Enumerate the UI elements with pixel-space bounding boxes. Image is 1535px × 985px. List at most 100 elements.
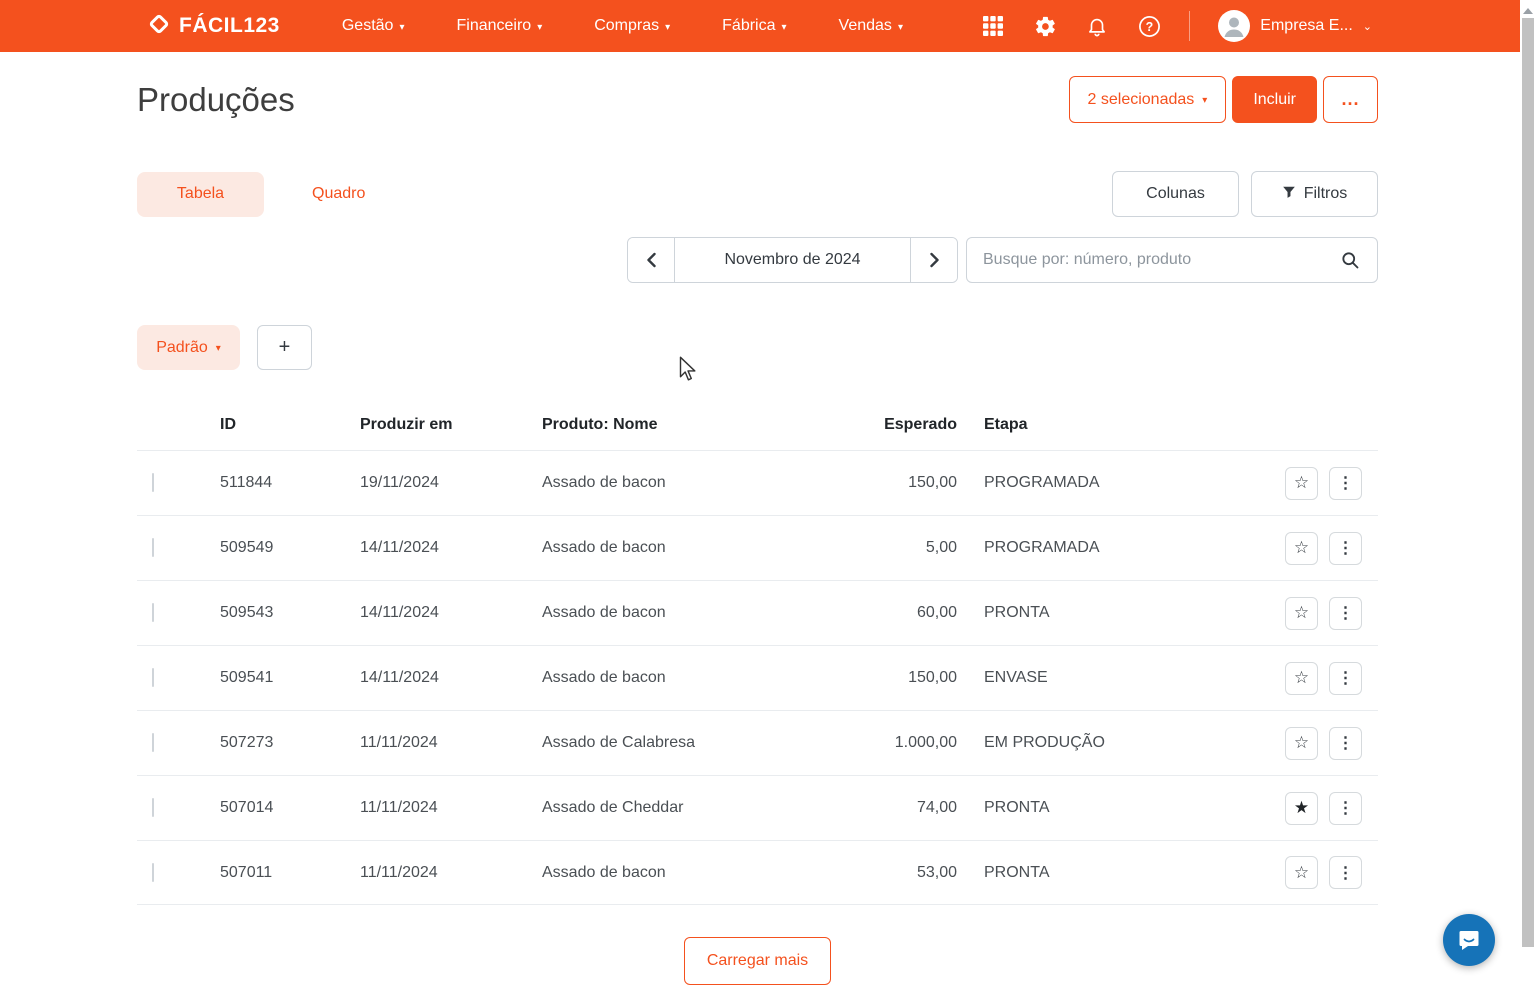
row-checkbox[interactable] xyxy=(152,473,154,492)
column-header-produto-nome[interactable]: Produto: Nome xyxy=(542,416,832,434)
account-menu[interactable]: Empresa E... ⌄ xyxy=(1218,10,1372,42)
row-produzir-em: 14/11/2024 xyxy=(360,539,542,557)
caret-down-icon: ▾ xyxy=(665,22,670,33)
settings-gear-icon[interactable] xyxy=(1033,14,1057,38)
row-etapa: EM PRODUÇÃO xyxy=(957,734,1258,752)
column-header-etapa[interactable]: Etapa xyxy=(957,416,1258,434)
row-esperado: 150,00 xyxy=(832,669,957,687)
row-checkbox[interactable] xyxy=(152,603,154,622)
scrollbar-thumb[interactable] xyxy=(1522,18,1534,947)
menu-vendas[interactable]: Vendas ▾ xyxy=(839,17,903,35)
favorite-star-button[interactable]: ☆ xyxy=(1285,532,1318,565)
table-row: 509549 14/11/2024 Assado de bacon 5,00 P… xyxy=(137,515,1378,580)
previous-month-button[interactable] xyxy=(628,238,674,282)
row-produto: Assado de bacon xyxy=(542,474,832,492)
row-actions-menu-button[interactable]: ⋮ xyxy=(1329,467,1362,500)
brand-name: FÁCIL123 xyxy=(179,14,280,38)
row-actions-menu-button[interactable]: ⋮ xyxy=(1329,727,1362,760)
menu-compras[interactable]: Compras ▾ xyxy=(594,17,670,35)
row-checkbox[interactable] xyxy=(152,863,154,882)
row-actions-menu-button[interactable]: ⋮ xyxy=(1329,792,1362,825)
table-body: 511844 19/11/2024 Assado de bacon 150,00… xyxy=(137,450,1378,905)
row-id: 509549 xyxy=(220,539,360,557)
row-actions-menu-button[interactable]: ⋮ xyxy=(1329,597,1362,630)
row-esperado: 1.000,00 xyxy=(832,734,957,752)
row-actions-menu-button[interactable]: ⋮ xyxy=(1329,662,1362,695)
row-produto: Assado de bacon xyxy=(542,864,832,882)
favorite-star-button[interactable]: ★ xyxy=(1285,792,1318,825)
favorite-star-button[interactable]: ☆ xyxy=(1285,662,1318,695)
row-produto: Assado de bacon xyxy=(542,604,832,622)
row-produzir-em: 11/11/2024 xyxy=(360,799,542,817)
page-scrollbar[interactable] xyxy=(1520,0,1535,972)
include-button[interactable]: Incluir xyxy=(1232,76,1317,123)
menu-financeiro[interactable]: Financeiro ▾ xyxy=(456,17,542,35)
plus-icon: + xyxy=(279,336,291,359)
navbar-divider xyxy=(1189,11,1190,41)
search-input[interactable] xyxy=(967,251,1323,269)
favorite-star-button[interactable]: ☆ xyxy=(1285,597,1318,630)
top-navbar: FÁCIL123 Gestão ▾ Financeiro ▾ Compras ▾… xyxy=(0,0,1520,52)
view-tabs: Tabela Quadro xyxy=(137,172,365,217)
svg-text:?: ? xyxy=(1145,19,1153,33)
row-checkbox[interactable] xyxy=(152,733,154,752)
scrollbar-up-arrow[interactable] xyxy=(1523,8,1533,14)
next-month-button[interactable] xyxy=(911,238,957,282)
tab-tabela[interactable]: Tabela xyxy=(137,172,264,217)
row-produto: Assado de bacon xyxy=(542,539,832,557)
row-esperado: 53,00 xyxy=(832,864,957,882)
row-checkbox[interactable] xyxy=(152,668,154,687)
caret-down-icon: ▾ xyxy=(782,22,787,33)
load-more-button[interactable]: Carregar mais xyxy=(684,937,831,985)
menu-gestao[interactable]: Gestão ▾ xyxy=(342,17,405,35)
row-produto: Assado de Calabresa xyxy=(542,734,832,752)
chat-launcher-button[interactable] xyxy=(1443,914,1495,966)
chat-bubble-icon xyxy=(1456,927,1482,953)
favorite-star-button[interactable]: ☆ xyxy=(1285,856,1318,889)
row-produzir-em: 14/11/2024 xyxy=(360,604,542,622)
help-icon[interactable]: ? xyxy=(1137,14,1161,38)
row-actions-menu-button[interactable]: ⋮ xyxy=(1329,856,1362,889)
month-label[interactable]: Novembro de 2024 xyxy=(674,238,911,282)
table-row: 507273 11/11/2024 Assado de Calabresa 1.… xyxy=(137,710,1378,775)
apps-grid-icon[interactable] xyxy=(981,14,1005,38)
row-etapa: PROGRAMADA xyxy=(957,539,1258,557)
row-produzir-em: 11/11/2024 xyxy=(360,864,542,882)
caret-down-icon: ▾ xyxy=(216,343,221,354)
table-row: 511844 19/11/2024 Assado de bacon 150,00… xyxy=(137,450,1378,515)
preset-padrao-button[interactable]: Padrão ▾ xyxy=(137,325,240,370)
brand-logo[interactable]: FÁCIL123 xyxy=(148,13,280,40)
caret-down-icon: ▾ xyxy=(1202,95,1207,106)
row-id: 507273 xyxy=(220,734,360,752)
page-title: Produções xyxy=(137,81,295,119)
caret-down-icon: ▾ xyxy=(898,22,903,33)
row-produto: Assado de Cheddar xyxy=(542,799,832,817)
filters-button[interactable]: Filtros xyxy=(1251,171,1378,217)
row-id: 509543 xyxy=(220,604,360,622)
table-header: ID Produzir em Produto: Nome Esperado Et… xyxy=(137,400,1378,450)
search-button[interactable] xyxy=(1323,238,1377,282)
favorite-star-button[interactable]: ☆ xyxy=(1285,467,1318,500)
column-header-produzir-em[interactable]: Produzir em xyxy=(360,416,542,434)
main-menu: Gestão ▾ Financeiro ▾ Compras ▾ Fábrica … xyxy=(342,17,903,35)
row-checkbox[interactable] xyxy=(152,538,154,557)
tab-quadro[interactable]: Quadro xyxy=(312,185,365,203)
columns-button[interactable]: Colunas xyxy=(1112,171,1239,217)
avatar xyxy=(1218,10,1250,42)
row-actions-menu-button[interactable]: ⋮ xyxy=(1329,532,1362,565)
selected-items-button[interactable]: 2 selecionadas ▾ xyxy=(1069,76,1227,123)
row-esperado: 60,00 xyxy=(832,604,957,622)
more-options-button[interactable]: ... xyxy=(1323,76,1378,123)
row-checkbox[interactable] xyxy=(152,798,154,817)
chevron-down-icon: ⌄ xyxy=(1363,20,1372,33)
table-row: 507014 11/11/2024 Assado de Cheddar 74,0… xyxy=(137,775,1378,840)
row-produzir-em: 11/11/2024 xyxy=(360,734,542,752)
favorite-star-button[interactable]: ☆ xyxy=(1285,727,1318,760)
menu-fabrica[interactable]: Fábrica ▾ xyxy=(722,17,786,35)
filter-funnel-icon xyxy=(1282,185,1296,204)
column-header-esperado[interactable]: Esperado xyxy=(832,416,957,434)
row-id: 507011 xyxy=(220,864,360,882)
notifications-bell-icon[interactable] xyxy=(1085,14,1109,38)
add-view-button[interactable]: + xyxy=(257,325,312,370)
column-header-id[interactable]: ID xyxy=(220,416,360,434)
